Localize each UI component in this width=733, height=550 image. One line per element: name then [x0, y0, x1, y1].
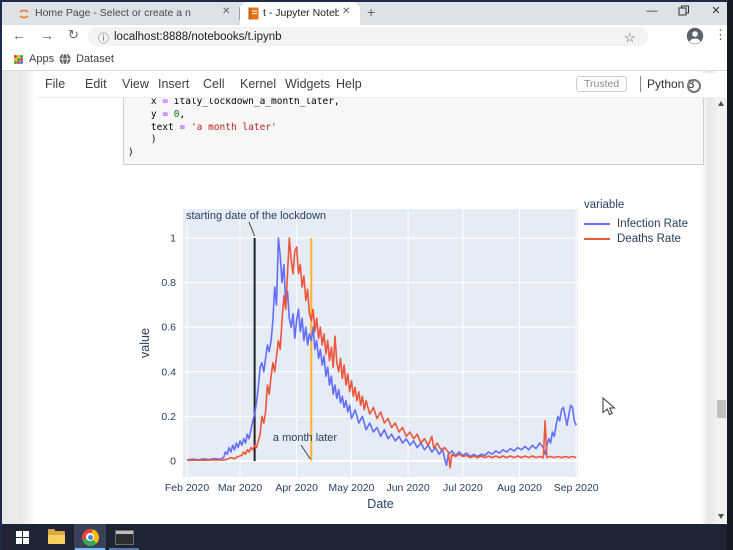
back-icon[interactable]: ←: [12, 27, 26, 43]
browser-window: Home Page - Select or create a n ✕ t - J…: [0, 0, 733, 550]
window-minimize-button[interactable]: —: [645, 5, 659, 17]
menu-view[interactable]: View: [122, 77, 149, 91]
chart-legend: variable Infection Rate Deaths Rate: [584, 199, 688, 246]
menu-help[interactable]: Help: [336, 77, 362, 91]
trusted-button[interactable]: Trusted: [576, 76, 628, 92]
y-tick-label: 1: [170, 232, 176, 244]
x-axis-title: Date: [367, 497, 393, 511]
bookmarks-bar: Apps Dataset: [0, 48, 733, 70]
annotation-lockdown: starting date of the lockdown: [186, 210, 326, 222]
x-tick-label: Apr 2020: [275, 482, 318, 494]
legend-label: Infection Rate: [617, 217, 688, 230]
code-token: ,: [179, 108, 186, 120]
reload-icon[interactable]: ↻: [68, 27, 79, 43]
plot-area[interactable]: [183, 209, 578, 477]
browser-menu-icon[interactable]: ⋮: [714, 27, 727, 43]
file-explorer-button[interactable]: [40, 524, 72, 550]
page-left-gutter: [2, 71, 36, 524]
notebook-favicon: [248, 7, 259, 20]
terminal-taskbar-button[interactable]: [108, 524, 140, 550]
chrome-icon: [81, 528, 99, 546]
scroll-up-icon[interactable]: [718, 101, 724, 106]
x-tick-label: Jul 2020: [443, 482, 483, 494]
folder-icon: [47, 528, 65, 544]
code-token: y: [128, 108, 163, 120]
site-info-icon[interactable]: ⓘ: [98, 30, 109, 46]
bookmark-star-icon[interactable]: ☆: [624, 30, 636, 46]
tab-home-page[interactable]: Home Page - Select or create a n ✕: [8, 2, 239, 25]
kernel-idle-icon: [687, 79, 701, 93]
windows-taskbar: [0, 524, 733, 550]
code-token: ): [128, 147, 134, 159]
bookmark-apps[interactable]: Apps: [29, 53, 54, 65]
window-close-button[interactable]: ✕: [709, 4, 723, 17]
tab-jupyter-notebook[interactable]: t - Jupyter Notebook ✕: [240, 2, 360, 25]
annotation-leader: [248, 221, 256, 237]
y-tick-label: 0.4: [161, 366, 176, 378]
x-tick-label: May 2020: [328, 482, 374, 494]
terminal-icon: [114, 529, 134, 545]
window-border: [0, 0, 733, 2]
tab-title: t - Jupyter Notebook: [263, 7, 339, 19]
vertical-scrollbar[interactable]: [716, 97, 727, 523]
legend-label: Deaths Rate: [617, 232, 681, 245]
toolbar-separator: [0, 70, 727, 71]
annotation-month-later: a month later: [273, 432, 338, 444]
x-tick-label: Sep 2020: [554, 482, 599, 494]
start-button[interactable]: [6, 524, 38, 550]
menu-edit[interactable]: Edit: [85, 77, 107, 91]
new-tab-button[interactable]: +: [367, 4, 375, 20]
scroll-down-icon[interactable]: [718, 514, 724, 519]
y-tick-label: 0.2: [161, 411, 176, 423]
address-bar[interactable]: ⓘ localhost:8888/notebooks/t.ipynb ☆: [88, 27, 648, 46]
y-axis-title: value: [138, 328, 152, 358]
y-tick-label: 0: [170, 455, 176, 467]
code-token: 'a month later': [190, 121, 277, 133]
chrome-taskbar-button[interactable]: [74, 524, 106, 550]
window-border: [727, 0, 733, 550]
series-line-infection-rate: [186, 237, 577, 467]
y-tick-label: 0.6: [161, 322, 176, 334]
menu-kernel[interactable]: Kernel: [240, 77, 276, 91]
code-text[interactable]: x = italy_lockdown_a_month_later, y = 0,…: [128, 96, 340, 160]
profile-avatar-icon[interactable]: [686, 27, 704, 45]
legend-line-sample: [584, 237, 610, 240]
globe-icon: [59, 52, 71, 65]
code-token: text: [128, 121, 180, 133]
window-restore-button[interactable]: [677, 5, 691, 17]
menu-cell[interactable]: Cell: [203, 77, 225, 91]
tab-title: Home Page - Select or create a n: [35, 7, 191, 19]
tab-close-icon[interactable]: ✕: [342, 6, 350, 17]
jupyter-logo-icon: [19, 9, 29, 19]
forward-icon[interactable]: →: [40, 27, 54, 43]
series-line-deaths-rate: [186, 237, 577, 469]
x-tick-label: Mar 2020: [218, 482, 263, 494]
menu-insert[interactable]: Insert: [158, 77, 189, 91]
bookmark-dataset[interactable]: Dataset: [76, 53, 114, 65]
legend-item[interactable]: Infection Rate: [584, 216, 688, 231]
menu-widgets[interactable]: Widgets: [285, 77, 330, 91]
url-text[interactable]: localhost:8888/notebooks/t.ipynb: [114, 31, 282, 43]
y-tick-label: 0.8: [161, 277, 176, 289]
windows-logo-icon: [15, 530, 29, 544]
x-tick-label: Jun 2020: [386, 482, 429, 494]
annotation-leader: [300, 444, 311, 460]
legend-line-sample: [584, 222, 610, 225]
jupyter-menubar: File Edit View Insert Cell Kernel Widget…: [36, 73, 716, 98]
scrollbar-thumb[interactable]: [717, 400, 726, 418]
code-cell-input[interactable]: x = italy_lockdown_a_month_later, y = 0,…: [123, 92, 704, 165]
mouse-cursor: [602, 397, 616, 416]
browser-toolbar: ← → ↻ ⓘ localhost:8888/notebooks/t.ipynb…: [0, 25, 733, 48]
window-border: [0, 0, 2, 550]
kernel-separator: [640, 76, 641, 92]
tab-strip: Home Page - Select or create a n ✕ t - J…: [0, 0, 733, 25]
x-tick-label: Aug 2020: [497, 482, 542, 494]
x-tick-label: Feb 2020: [165, 482, 210, 494]
legend-item[interactable]: Deaths Rate: [584, 231, 688, 246]
legend-title: variable: [584, 199, 625, 211]
tab-close-icon[interactable]: ✕: [222, 6, 230, 17]
apps-grid-icon: [14, 55, 23, 64]
code-token: ): [128, 134, 157, 146]
menu-file[interactable]: File: [45, 77, 65, 91]
